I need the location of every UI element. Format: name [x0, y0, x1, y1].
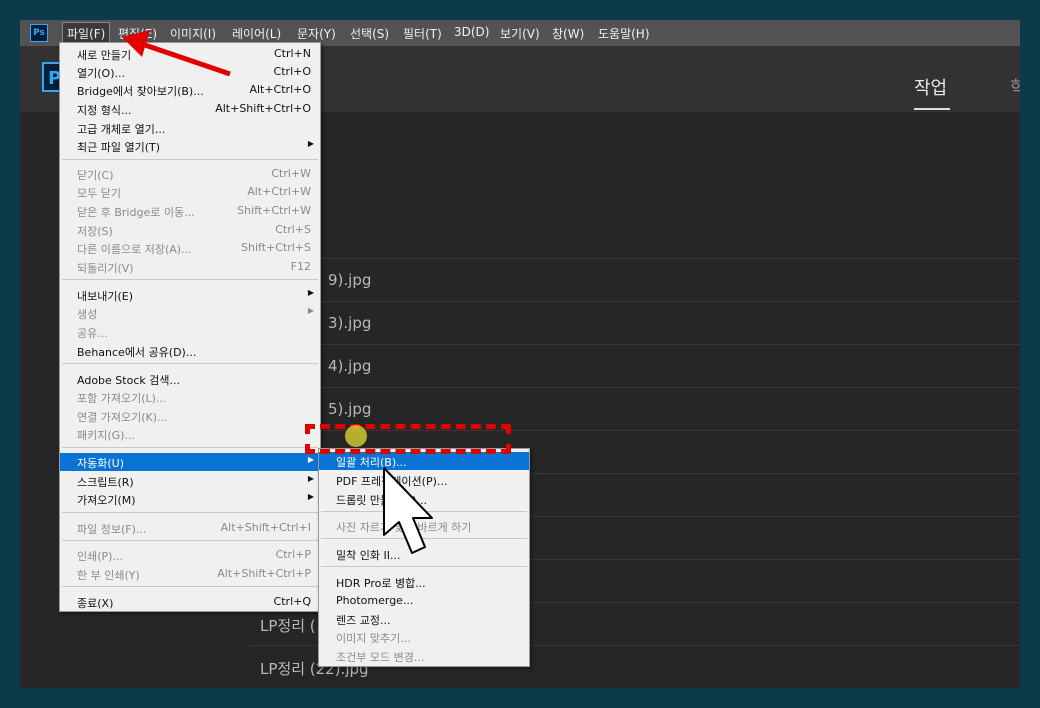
annotation-overlay [122, 30, 433, 554]
red-arrow-icon [122, 30, 231, 77]
cursor-arrow-icon [383, 467, 433, 554]
